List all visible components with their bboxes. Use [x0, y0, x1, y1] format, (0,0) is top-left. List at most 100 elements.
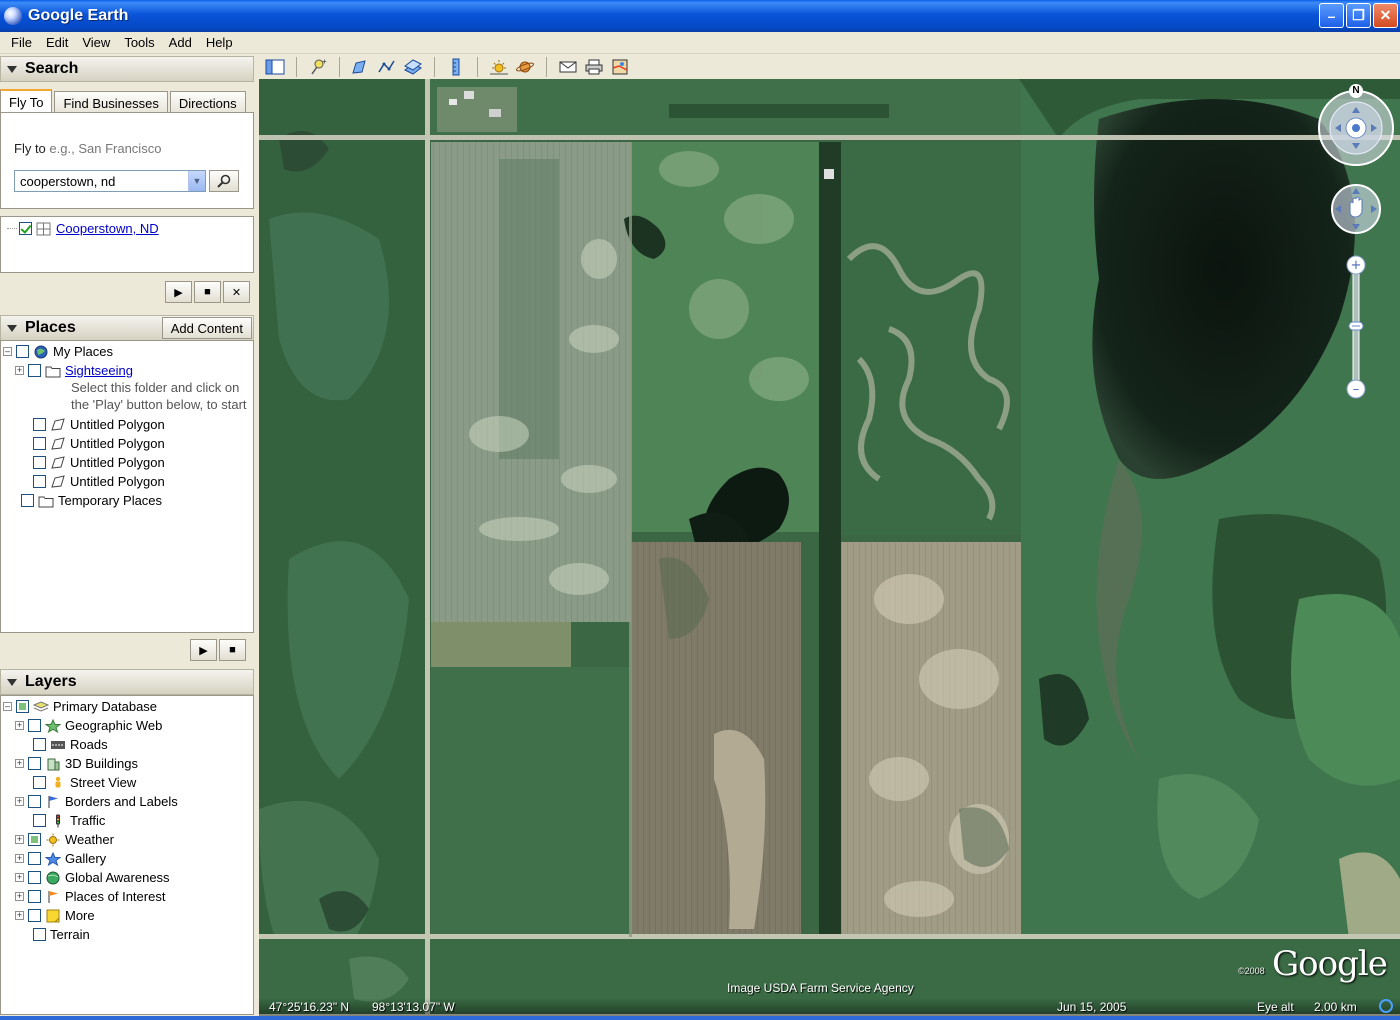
add-content-button[interactable]: Add Content — [161, 317, 252, 339]
layer-checkbox[interactable] — [28, 890, 41, 903]
tree-item-polygon[interactable]: Untitled Polygon — [33, 434, 169, 453]
layer-checkbox[interactable] — [28, 757, 41, 770]
tab-directions[interactable]: Directions — [169, 91, 246, 113]
search-result-row[interactable]: Cooperstown, ND — [7, 219, 163, 238]
layer-checkbox[interactable] — [28, 909, 41, 922]
my-places-checkbox[interactable] — [16, 345, 29, 358]
zoom-slider[interactable]: + – — [1346, 255, 1366, 399]
ruler-button[interactable] — [445, 57, 467, 77]
layers-panel-header[interactable]: Layers — [0, 669, 254, 695]
layer-checkbox[interactable] — [33, 738, 46, 751]
layer-geographic-web[interactable]: + Geographic Web — [15, 716, 166, 735]
polygon-checkbox[interactable] — [33, 475, 46, 488]
add-path-button[interactable] — [376, 57, 398, 77]
layer-more[interactable]: + More — [15, 906, 99, 925]
terrain-checkbox[interactable] — [33, 928, 46, 941]
polygon-checkbox[interactable] — [33, 437, 46, 450]
expand-icon[interactable]: + — [15, 873, 24, 882]
result-link[interactable]: Cooperstown, ND — [56, 221, 159, 236]
play-tour-button[interactable]: ▶ — [190, 639, 217, 661]
layer-checkbox[interactable] — [28, 795, 41, 808]
tree-item-polygon[interactable]: Untitled Polygon — [33, 472, 169, 491]
clear-results-button[interactable]: ✕ — [223, 281, 250, 303]
tab-find-businesses[interactable]: Find Businesses — [54, 91, 168, 113]
layer-gallery[interactable]: + Gallery — [15, 849, 110, 868]
layers-tree: – Primary Database + Geographic Web Road… — [0, 695, 254, 1015]
north-indicator[interactable]: N — [1349, 84, 1363, 98]
layer-checkbox[interactable] — [28, 852, 41, 865]
chevron-down-icon[interactable]: ▼ — [188, 171, 205, 191]
polygon-checkbox[interactable] — [33, 456, 46, 469]
add-polygon-button[interactable] — [350, 57, 372, 77]
expand-icon[interactable]: + — [15, 366, 24, 375]
layer-3d-buildings[interactable]: + 3D Buildings — [15, 754, 142, 773]
expand-icon[interactable]: + — [15, 911, 24, 920]
expand-icon[interactable]: + — [15, 721, 24, 730]
close-button[interactable]: ✕ — [1373, 3, 1398, 28]
layer-checkbox[interactable] — [28, 833, 41, 846]
tree-item-polygon[interactable]: Untitled Polygon — [33, 453, 169, 472]
sightseeing-checkbox[interactable] — [28, 364, 41, 377]
temporary-places-checkbox[interactable] — [21, 494, 34, 507]
layer-weather[interactable]: + Weather — [15, 830, 118, 849]
layer-checkbox[interactable] — [28, 719, 41, 732]
collapse-icon[interactable]: – — [3, 347, 12, 356]
toggle-sidebar-button[interactable] — [264, 57, 286, 77]
menu-edit[interactable]: Edit — [39, 35, 75, 50]
primary-database-checkbox[interactable] — [16, 700, 29, 713]
sightseeing-link[interactable]: Sightseeing — [65, 363, 133, 378]
look-control[interactable] — [1317, 89, 1395, 167]
move-control[interactable] — [1330, 183, 1382, 235]
add-placemark-button[interactable]: + — [307, 57, 329, 77]
map-view[interactable]: N + – — [259, 79, 1400, 1014]
menu-add[interactable]: Add — [162, 35, 199, 50]
search-button[interactable] — [209, 170, 239, 192]
sunlight-button[interactable] — [488, 57, 510, 77]
tree-item-my-places[interactable]: – My Places — [3, 342, 117, 361]
layer-checkbox[interactable] — [33, 776, 46, 789]
places-panel-header[interactable]: Places Add Content — [0, 315, 254, 341]
view-in-maps-button[interactable] — [609, 57, 631, 77]
maximize-button[interactable]: ❐ — [1346, 3, 1371, 28]
layer-roads[interactable]: Roads — [33, 735, 112, 754]
menu-file[interactable]: File — [4, 35, 39, 50]
menu-view[interactable]: View — [75, 35, 117, 50]
fly-to-input[interactable]: cooperstown, nd ▼ — [14, 170, 206, 192]
search-panel-header[interactable]: Search — [0, 56, 254, 82]
layer-street-view[interactable]: Street View — [33, 773, 140, 792]
tree-item-primary-database[interactable]: – Primary Database — [3, 697, 161, 716]
tree-item-temporary-places[interactable]: Temporary Places — [21, 491, 166, 510]
expand-icon[interactable]: + — [15, 854, 24, 863]
switch-to-sky-button[interactable] — [514, 57, 536, 77]
layer-places-of-interest[interactable]: + Places of Interest — [15, 887, 169, 906]
menu-tools[interactable]: Tools — [117, 35, 161, 50]
layer-terrain[interactable]: Terrain — [33, 925, 94, 944]
minimize-button[interactable]: – — [1319, 3, 1344, 28]
layer-traffic[interactable]: Traffic — [33, 811, 109, 830]
polygon-checkbox[interactable] — [33, 418, 46, 431]
menu-help[interactable]: Help — [199, 35, 240, 50]
copyright-notice: ©2008 — [1238, 966, 1265, 976]
tree-item-sightseeing[interactable]: + Sightseeing — [15, 361, 137, 380]
print-button[interactable] — [583, 57, 605, 77]
expand-icon[interactable]: + — [15, 835, 24, 844]
expand-icon[interactable]: + — [15, 797, 24, 806]
result-checkbox[interactable] — [19, 222, 32, 235]
layer-global-awareness[interactable]: + Global Awareness — [15, 868, 174, 887]
add-image-overlay-button[interactable] — [402, 57, 424, 77]
play-tour-button[interactable]: ▶ — [165, 281, 192, 303]
expand-icon[interactable]: + — [15, 892, 24, 901]
collapse-icon[interactable]: – — [3, 702, 12, 711]
layer-checkbox[interactable] — [33, 814, 46, 827]
layer-label: Global Awareness — [65, 870, 170, 885]
expand-icon[interactable]: + — [15, 759, 24, 768]
tab-fly-to[interactable]: Fly To — [0, 89, 53, 113]
tree-item-polygon[interactable]: Untitled Polygon — [33, 415, 169, 434]
layer-checkbox[interactable] — [28, 871, 41, 884]
google-logo: Google — [1272, 944, 1388, 984]
layer-borders-and-labels[interactable]: + Borders and Labels — [15, 792, 182, 811]
satellite-imagery[interactable] — [259, 79, 1400, 1014]
stop-button[interactable]: ■ — [219, 639, 246, 661]
stop-button[interactable]: ■ — [194, 281, 221, 303]
email-button[interactable] — [557, 57, 579, 77]
